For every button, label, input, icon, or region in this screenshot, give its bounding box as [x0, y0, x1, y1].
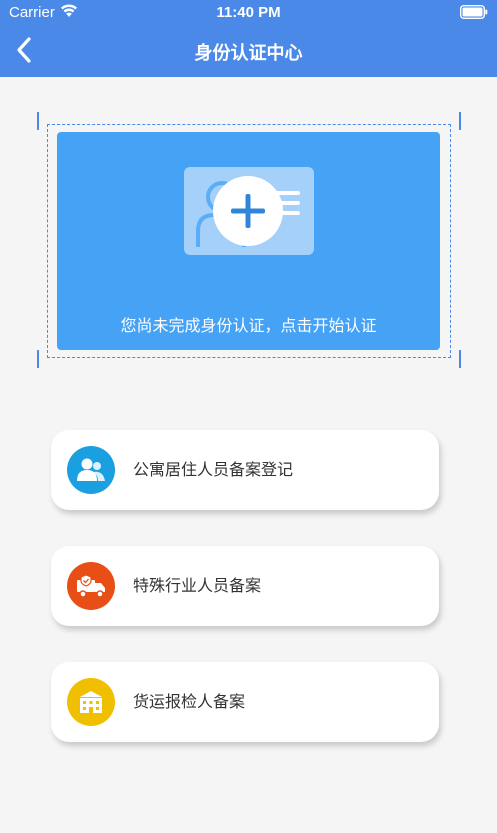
- menu-item-special-industry[interactable]: 特殊行业人员备案: [51, 546, 439, 626]
- status-bar: Carrier 11:40 PM: [0, 0, 497, 26]
- nav-bar: 身份认证中心: [0, 26, 497, 77]
- id-card-scan-area: 您尚未完成身份认证，点击开始认证: [37, 112, 461, 368]
- building-icon: [67, 678, 115, 726]
- verification-prompt: 您尚未完成身份认证，点击开始认证: [120, 316, 377, 335]
- add-id-card-icon: [184, 167, 314, 261]
- page-title: 身份认证中心: [194, 43, 303, 64]
- header: Carrier 11:40 PM 身份认证中心: [0, 0, 497, 77]
- start-verification-card[interactable]: 您尚未完成身份认证，点击开始认证: [57, 132, 440, 350]
- clock: 11:40 PM: [216, 4, 281, 21]
- delivery-truck-icon: [67, 562, 115, 610]
- menu-item-label: 特殊行业人员备案: [133, 576, 262, 595]
- menu-item-apartment-residents[interactable]: 公寓居住人员备案登记: [51, 430, 439, 510]
- menu-item-label: 公寓居住人员备案登记: [133, 460, 294, 479]
- frame-corner-bottom-left: [37, 350, 39, 368]
- residents-icon: [67, 446, 115, 494]
- battery-icon: [459, 4, 488, 23]
- frame-corner-top-right: [459, 112, 461, 130]
- menu-item-label: 货运报检人备案: [133, 692, 246, 711]
- frame-corner-bottom-right: [459, 350, 461, 368]
- frame-corner-top-left: [37, 112, 39, 130]
- menu-item-freight-inspector[interactable]: 货运报检人备案: [51, 662, 439, 742]
